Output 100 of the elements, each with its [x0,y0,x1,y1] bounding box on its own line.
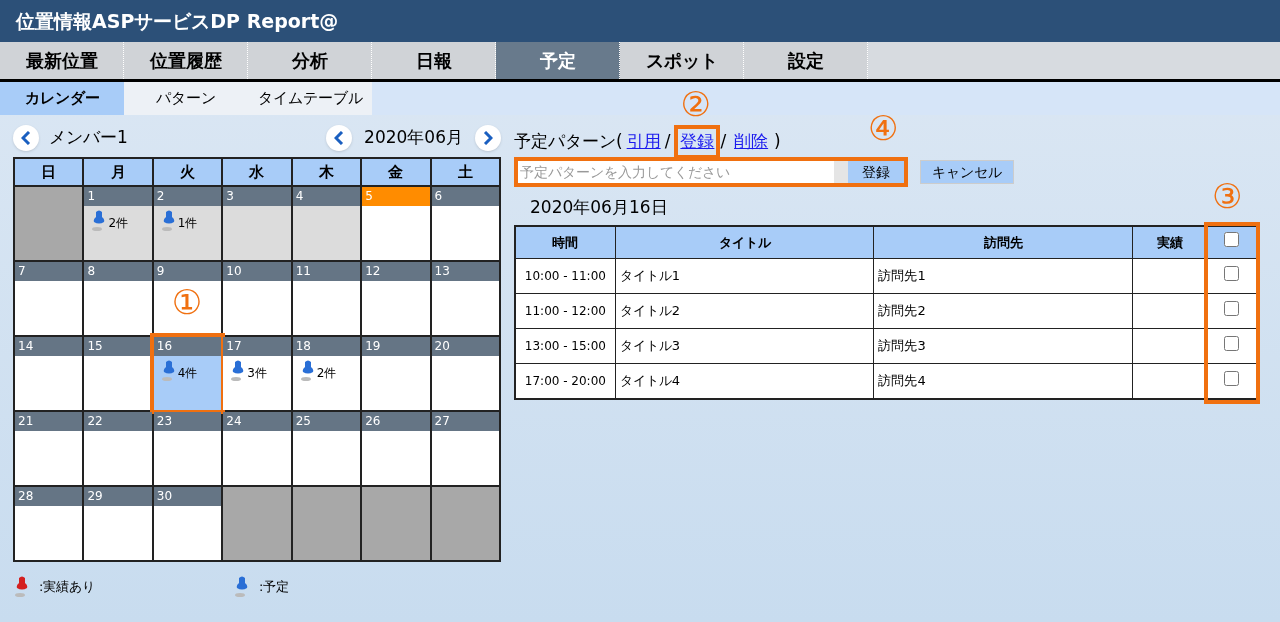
calendar-day[interactable]: 12 [362,262,430,335]
calendar-day[interactable]: 29 [84,487,152,560]
place-cell: 訪問先1 [873,258,1133,294]
calendar-day[interactable]: 10 [223,262,291,335]
day-number: 15 [87,339,103,353]
calendar-day[interactable]: 2 1件 [153,187,222,260]
sub-tab[interactable]: パターン [124,82,248,115]
calendar-day[interactable]: 20 [431,337,499,410]
cancel-button[interactable]: キャンセル [920,160,1014,184]
calendar-day[interactable]: 1 2件 [84,187,152,260]
calendar-day[interactable]: 11 [292,262,361,335]
row-checkbox[interactable] [1224,335,1240,351]
calendar-day[interactable]: 17 3件 [223,337,291,410]
nav-tab[interactable]: 分析 [248,42,372,79]
day-number: 7 [18,264,26,278]
place-cell: 訪問先3 [873,328,1133,364]
day-number: 30 [156,489,173,503]
previous-button[interactable] [13,125,39,151]
pushpin-icon [231,360,246,382]
event-count: 1件 [177,215,198,232]
day-number: 8 [87,264,96,278]
calendar-day[interactable]: 18 2件 [292,337,361,410]
day-number: 1 [87,189,96,203]
calendar-day[interactable]: 8 [84,262,152,335]
pattern-link[interactable]: 削除 [734,129,769,155]
title-cell: タイトル3 [615,328,874,364]
nav-tab[interactable]: スポット [620,42,744,79]
calendar-day[interactable]: 6 [431,187,499,260]
sub-tab[interactable]: カレンダー [0,82,124,115]
pushpin-icon [300,360,315,382]
row-checkbox[interactable] [1224,300,1240,316]
day-number: 4 [295,189,304,203]
time-cell: 11:00 - 12:00 [515,293,616,329]
event-count: 2件 [316,365,337,382]
day-number: 27 [434,414,450,428]
annotation-number: ① [171,285,203,319]
calendar-day[interactable]: 7 [15,262,83,335]
calendar-day[interactable]: 28 [15,487,83,560]
column-header: タイトル [615,225,874,259]
pattern-input[interactable]: 予定パターンを入力してください [518,161,834,183]
calendar-day[interactable]: 22 [84,412,152,485]
day-number: 6 [434,189,443,203]
separator: / [720,130,727,154]
chevron-right-icon [483,131,493,145]
day-number: 3 [226,189,234,203]
legend-label: :予定 [259,578,290,597]
select-all-checkbox[interactable] [1224,232,1240,247]
nav-tab[interactable]: 設定 [744,42,868,79]
nav-tab[interactable]: 予定 [496,42,620,79]
annotation-number: ③ [1212,178,1243,213]
row-checkbox[interactable] [1224,370,1240,386]
column-header: 時間 [515,225,616,259]
pushpin-icon [161,360,176,382]
row-checkbox[interactable] [1224,265,1240,281]
nav-tab[interactable]: 最新位置 [0,42,124,79]
day-number: 14 [18,339,34,353]
pushpin-icon [161,210,176,232]
day-number: 13 [434,264,450,278]
sub-tab[interactable]: タイムテーブル [248,82,372,115]
event-count: 3件 [247,365,267,382]
nav-tab[interactable]: 日報 [372,42,496,79]
day-number: 9 [156,264,165,278]
separator: / [664,130,671,154]
next-button[interactable] [475,125,501,151]
calendar-day[interactable]: 3 [223,187,291,260]
title-cell: タイトル1 [615,258,874,294]
calendar-day[interactable]: 26 [362,412,430,485]
calendar-day[interactable]: 13 [431,262,499,335]
member-name: メンバー1 [49,126,129,150]
day-number: 28 [18,489,34,503]
legend-label: :実績あり [39,578,96,597]
calendar-day[interactable] [292,487,361,560]
calendar-day[interactable]: 21 [15,412,83,485]
calendar-day[interactable]: 30 [153,487,222,560]
calendar-day[interactable]: 19 [362,337,430,410]
schedule-date: 2020年06月16日 [530,196,668,219]
pattern-link[interactable]: 引用 [626,129,661,155]
annotation-number: ② [680,87,711,122]
calendar-day[interactable]: 14 [15,337,83,410]
calendar-day[interactable]: 4 [292,187,361,260]
day-number: 21 [18,414,34,428]
annotation-number: ④ [868,111,899,145]
day-number: 2 [156,189,165,203]
register-button[interactable]: 登録 [834,161,904,183]
pushpin-icon [92,210,107,232]
day-number: 17 [226,339,242,353]
calendar-day[interactable]: 25 [292,412,361,485]
day-number: 24 [226,414,242,428]
day-number: 11 [295,264,311,278]
calendar-day[interactable]: 15 [84,337,152,410]
calendar-day[interactable]: 23 [153,412,222,485]
day-number: 23 [156,414,173,428]
calendar-day[interactable]: 24 [223,412,291,485]
nav-tab[interactable]: 位置履歴 [124,42,248,79]
pattern-close: ) [774,130,781,154]
calendar-day[interactable]: 27 [431,412,499,485]
previous-button[interactable] [326,125,353,151]
time-cell: 13:00 - 15:00 [515,328,616,364]
day-number: 18 [295,339,311,353]
pattern-label: 予定パターン( [514,130,623,154]
